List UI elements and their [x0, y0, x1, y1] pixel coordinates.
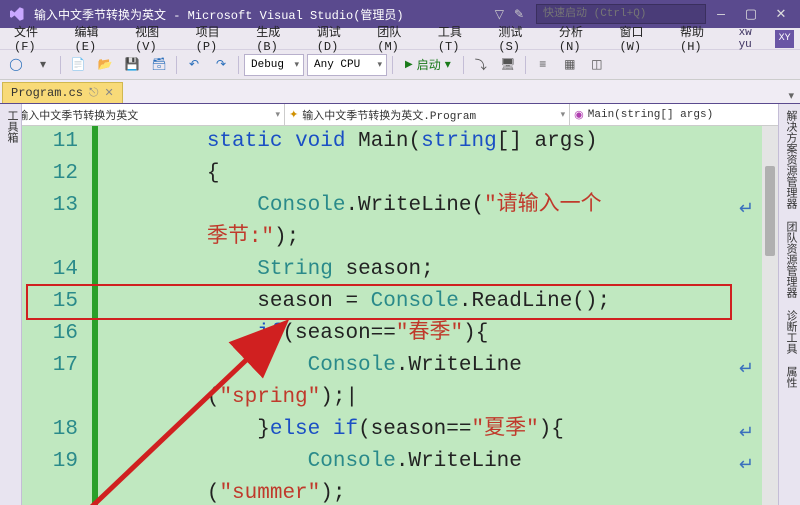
menu-project[interactable]: 项目(P): [188, 21, 247, 56]
platform-combo[interactable]: Any CPU: [307, 54, 387, 76]
line-number: 18: [22, 414, 92, 446]
nav-fwd-button[interactable]: ▾: [31, 53, 55, 77]
comment-button[interactable]: ≡: [531, 53, 555, 77]
line-number: 19: [22, 446, 92, 478]
bookmark-button[interactable]: ◫: [585, 53, 609, 77]
tab-filename: Program.cs: [11, 86, 83, 100]
document-tabstrip: Program.cs ⎋ ✕ ▾: [0, 80, 800, 104]
menu-analyze[interactable]: 分析(N): [551, 21, 610, 56]
close-button[interactable]: ✕: [766, 1, 796, 27]
line-number: 14: [22, 254, 92, 286]
method-icon: ◉: [574, 108, 584, 122]
nav-project-combo[interactable]: ⊞输入中文季节转换为英文: [0, 104, 285, 125]
close-tab-icon[interactable]: ✕: [105, 86, 114, 100]
nav-method-label: Main(string[] args): [588, 109, 713, 121]
code-line-wrapped: ("summer");: [22, 478, 778, 505]
nav-project-label: 输入中文季节转换为英文: [17, 107, 138, 123]
vertical-scrollbar[interactable]: [762, 126, 778, 505]
maximize-button[interactable]: ▢: [736, 1, 766, 27]
tab-program-cs[interactable]: Program.cs ⎋ ✕: [2, 82, 123, 103]
notification-icon[interactable]: ▽: [495, 7, 504, 22]
play-icon: ▶: [405, 59, 413, 71]
config-combo[interactable]: Debug: [244, 54, 304, 76]
line-number: 13: [22, 190, 92, 222]
menu-team[interactable]: 团队(M): [369, 21, 428, 56]
diagnostics-panel[interactable]: 诊断工具: [779, 304, 800, 360]
class-icon: ✦: [289, 108, 298, 122]
code-line: 15 season = Console.ReadLine();: [22, 286, 778, 318]
code-line: 17 Console.WriteLine↵: [22, 350, 778, 382]
code-line-wrapped: ("spring");|: [22, 382, 778, 414]
code-line: 14 String season;: [22, 254, 778, 286]
save-all-button[interactable]: 🗃: [147, 53, 171, 77]
toolbox-label: 工具箱: [0, 104, 22, 149]
team-explorer-panel[interactable]: 团队资源管理器: [779, 215, 800, 304]
nav-back-button[interactable]: ◯: [4, 53, 28, 77]
line-number: 11: [22, 126, 92, 158]
scrollbar-thumb[interactable]: [765, 166, 775, 256]
tab-overflow-button[interactable]: ▾: [782, 89, 800, 103]
browse-button[interactable]: 🖥: [496, 53, 520, 77]
window-title: 输入中文季节转换为英文 - Microsoft Visual Studio(管理…: [28, 6, 483, 23]
title-center-icons: ▽ ✎: [483, 7, 536, 22]
code-line: 16 if(season=="春季"){: [22, 318, 778, 350]
code-line: 19 Console.WriteLine↵: [22, 446, 778, 478]
step-button[interactable]: ⤵: [469, 53, 493, 77]
menu-build[interactable]: 生成(B): [248, 21, 307, 56]
code-line-wrapped: 季节:");: [22, 222, 778, 254]
code-line: 12 {: [22, 158, 778, 190]
pin-icon[interactable]: ⎋: [89, 86, 99, 100]
open-button[interactable]: 📂: [93, 53, 117, 77]
new-file-button[interactable]: 📄: [66, 53, 90, 77]
menu-bar: 文件(F) 编辑(E) 视图(V) 项目(P) 生成(B) 调试(D) 团队(M…: [0, 28, 800, 50]
line-number: 12: [22, 158, 92, 190]
code-line: 11 static void Main(string[] args): [22, 126, 778, 158]
line-number: 17: [22, 350, 92, 382]
menu-file[interactable]: 文件(F): [6, 21, 65, 56]
user-name[interactable]: xw yu: [735, 27, 774, 51]
menu-test[interactable]: 测试(S): [490, 21, 549, 56]
user-avatar[interactable]: XY: [775, 30, 794, 48]
solution-explorer-panel[interactable]: 解决方案资源管理器: [779, 104, 800, 215]
right-panels: 解决方案资源管理器 团队资源管理器 诊断工具 属性: [778, 104, 800, 505]
menu-edit[interactable]: 编辑(E): [67, 21, 126, 56]
toolbox-panel[interactable]: 工具箱: [0, 104, 22, 505]
line-number: 16: [22, 318, 92, 350]
line-number: 15: [22, 286, 92, 318]
menu-debug[interactable]: 调试(D): [309, 21, 368, 56]
code-line: 18 }else if(season=="夏季"){↵: [22, 414, 778, 446]
redo-button[interactable]: ↷: [209, 53, 233, 77]
uncomment-button[interactable]: ▦: [558, 53, 582, 77]
code-line: 13 Console.WriteLine("请输入一个↵: [22, 190, 778, 222]
menu-help[interactable]: 帮助(H): [672, 21, 731, 56]
nav-class-label: 输入中文季节转换为英文.Program: [302, 107, 476, 123]
start-label: 启动: [417, 56, 441, 73]
feedback-icon[interactable]: ✎: [514, 7, 524, 22]
menu-window[interactable]: 窗口(W): [611, 21, 670, 56]
nav-class-combo[interactable]: ✦ 输入中文季节转换为英文.Program: [285, 104, 570, 125]
nav-method-combo[interactable]: ◉ Main(string[] args): [570, 104, 800, 125]
code-editor[interactable]: 11 static void Main(string[] args) 12 { …: [22, 126, 778, 505]
save-button[interactable]: 💾: [120, 53, 144, 77]
start-button[interactable]: ▶启动 ▾: [398, 54, 458, 76]
menu-tools[interactable]: 工具(T): [430, 21, 489, 56]
menu-view[interactable]: 视图(V): [127, 21, 186, 56]
nav-bar: ⊞输入中文季节转换为英文 ✦ 输入中文季节转换为英文.Program ◉ Main(…: [0, 104, 800, 126]
undo-button[interactable]: ↶: [182, 53, 206, 77]
properties-panel[interactable]: 属性: [779, 360, 800, 394]
